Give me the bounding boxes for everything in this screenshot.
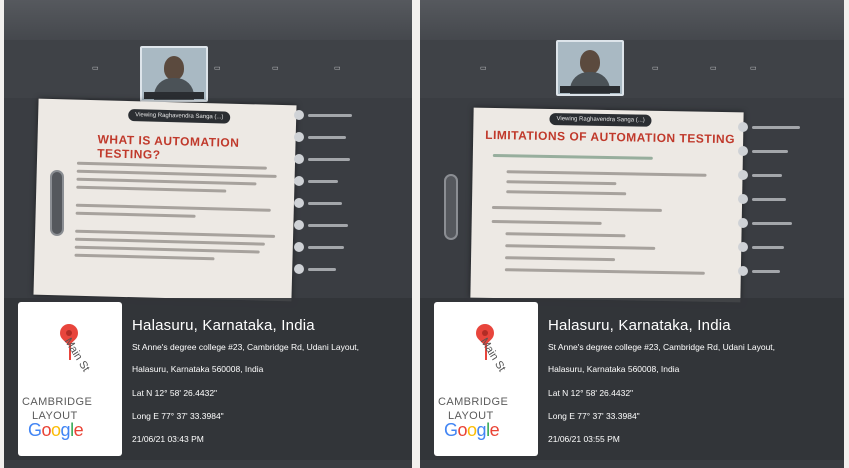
participant-name xyxy=(752,246,784,249)
avatar xyxy=(294,110,304,120)
slide-text-line xyxy=(75,229,276,238)
presenter-video-caption xyxy=(560,86,620,93)
slide-text-line xyxy=(506,180,617,186)
geotag-overlay: Main St CAMBRIDGE LAYOUT Google Halasuru… xyxy=(420,298,844,460)
avatar xyxy=(738,218,748,228)
slide-title: LIMITATIONS OF AUTOMATION TESTING xyxy=(485,127,736,147)
participant-name xyxy=(308,136,346,139)
slide-text-line xyxy=(74,245,260,254)
slide-text-line xyxy=(506,170,707,177)
slide-text-line xyxy=(75,203,271,212)
avatar xyxy=(738,266,748,276)
slide-text-line xyxy=(74,253,215,261)
geotag-location-title: Halasuru, Karnataka, India xyxy=(132,317,315,334)
toolbar-button[interactable]: ▭ xyxy=(652,64,659,72)
person-head xyxy=(164,56,184,80)
avatar xyxy=(294,198,304,208)
geotag-longitude: Long E 77° 37' 33.3984" xyxy=(132,411,224,421)
slide-text-line xyxy=(76,185,227,193)
presenter-video[interactable] xyxy=(140,46,208,102)
slide-text-line xyxy=(504,268,705,275)
toolbar-button[interactable]: ▭ xyxy=(272,64,279,72)
participant-name xyxy=(308,114,352,117)
map-area-label: CAMBRIDGE xyxy=(22,396,93,408)
slide-title: WHAT IS AUTOMATION TESTING? xyxy=(97,132,240,162)
toolbar-button[interactable]: ▭ xyxy=(334,64,341,72)
geotag-address-line: Halasuru, Karnataka 560008, India xyxy=(548,364,680,374)
slide-text-line xyxy=(74,237,265,246)
avatar xyxy=(294,220,304,230)
avatar xyxy=(294,176,304,186)
toolbar-button[interactable]: ▭ xyxy=(480,64,487,72)
participant-name xyxy=(308,246,344,249)
scroll-handle[interactable] xyxy=(50,170,64,236)
slide-text-line xyxy=(75,211,196,218)
shared-slide: Viewing Raghavendra Sanga (...) LIMITATI… xyxy=(470,107,744,303)
participant-name xyxy=(308,202,342,205)
google-logo: Google xyxy=(444,420,500,440)
geotag-address-line: Halasuru, Karnataka 560008, India xyxy=(132,364,264,374)
avatar xyxy=(738,242,748,252)
slide-text-line xyxy=(505,244,656,250)
participant-name xyxy=(752,270,780,273)
slide-text-line xyxy=(76,169,277,178)
avatar xyxy=(294,264,304,274)
toolbar-button[interactable]: ▭ xyxy=(750,64,757,72)
geotag-address-line: St Anne's degree college #23, Cambridge … xyxy=(548,342,776,352)
map-street-label: Main St xyxy=(477,336,508,374)
map-street-label: Main St xyxy=(61,336,92,374)
avatar xyxy=(738,146,748,156)
geotag-datetime: 21/06/21 03:55 PM xyxy=(548,434,620,444)
slide-text-line xyxy=(506,190,627,196)
toolbar-button[interactable]: ▭ xyxy=(92,64,99,72)
slide-text-line xyxy=(491,205,662,212)
toolbar-button[interactable]: ▭ xyxy=(214,64,221,72)
meeting-menu-bar xyxy=(4,0,412,40)
participant-name xyxy=(752,174,782,177)
geotag-latitude: Lat N 12° 58' 26.4432" xyxy=(548,388,634,398)
avatar xyxy=(738,194,748,204)
toolbar-button[interactable]: ▭ xyxy=(710,64,717,72)
geotag-datetime: 21/06/21 03:43 PM xyxy=(132,434,204,444)
geotag-location-title: Halasuru, Karnataka, India xyxy=(548,317,731,334)
participant-name xyxy=(308,268,336,271)
participant-name xyxy=(308,158,350,161)
geotag-address-line: St Anne's degree college #23, Cambridge … xyxy=(132,342,360,352)
participant-name xyxy=(752,150,788,153)
shared-slide: Viewing Raghavendra Sanga (...) WHAT IS … xyxy=(33,98,297,302)
map-thumbnail: Main St CAMBRIDGE LAYOUT Google xyxy=(434,302,538,456)
slide-text-line xyxy=(491,219,602,225)
viewing-screen-pill[interactable]: Viewing Raghavendra Sanga (...) xyxy=(128,109,231,124)
screen-photo-left: ▭ ▭ ▭ ▭ Viewing Raghavendra Sanga (...) … xyxy=(4,0,412,468)
meeting-toolbar xyxy=(4,40,412,98)
google-logo: Google xyxy=(28,420,84,440)
slide-text-line xyxy=(505,232,626,238)
avatar xyxy=(294,242,304,252)
avatar xyxy=(738,170,748,180)
meeting-menu-bar xyxy=(420,0,844,40)
participant-name xyxy=(752,198,786,201)
map-area-label: CAMBRIDGE xyxy=(438,396,509,408)
participant-name xyxy=(752,126,800,129)
presenter-video[interactable] xyxy=(556,40,624,96)
participant-name xyxy=(308,180,338,183)
screen-photo-right: ▭ ▭ ▭ ▭ Viewing Raghavendra Sanga (...) … xyxy=(420,0,844,468)
avatar xyxy=(294,132,304,142)
viewing-screen-pill[interactable]: Viewing Raghavendra Sanga (...) xyxy=(549,112,652,127)
presenter-video-caption xyxy=(144,92,204,99)
slide-text-line xyxy=(76,177,257,186)
slide-text-line xyxy=(505,256,616,262)
avatar xyxy=(294,154,304,164)
geotag-latitude: Lat N 12° 58' 26.4432" xyxy=(132,388,218,398)
avatar xyxy=(738,122,748,132)
geotag-overlay: Main St CAMBRIDGE LAYOUT Google Halasuru… xyxy=(4,298,412,460)
slide-text-line xyxy=(492,154,653,160)
scroll-handle[interactable] xyxy=(444,174,458,240)
geotag-longitude: Long E 77° 37' 33.3984" xyxy=(548,411,640,421)
participant-name xyxy=(752,222,792,225)
person-head xyxy=(580,50,600,74)
participant-name xyxy=(308,224,348,227)
map-thumbnail: Main St CAMBRIDGE LAYOUT Google xyxy=(18,302,122,456)
